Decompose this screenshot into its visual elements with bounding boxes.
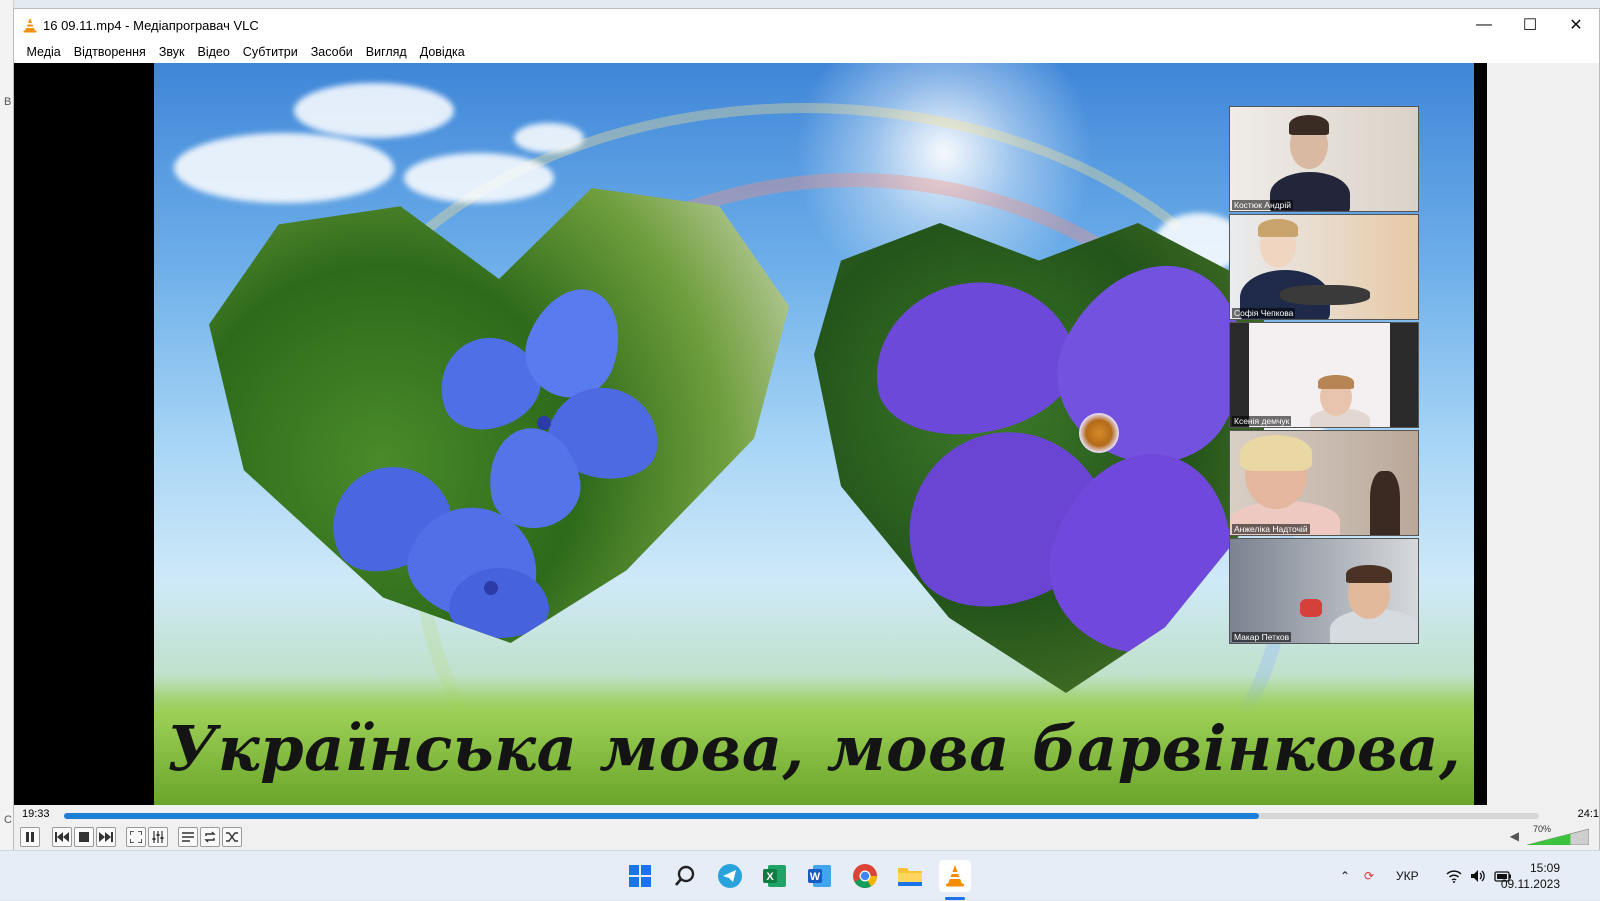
seek-bar-fill — [64, 813, 1259, 819]
word-icon[interactable]: W — [804, 860, 836, 892]
close-button[interactable]: ✕ — [1553, 9, 1599, 41]
svg-text:X: X — [766, 871, 774, 883]
participant-tile[interactable]: Софія Чепкова — [1229, 214, 1419, 320]
menu-subtitles[interactable]: Субтитри — [236, 45, 304, 59]
loop-icon — [204, 831, 216, 843]
menu-help[interactable]: Довідка — [413, 45, 471, 59]
vlc-window: 16 09.11.mp4 - Медіапрогравач VLC — ☐ ✕ … — [13, 8, 1600, 851]
minimize-button[interactable]: — — [1461, 9, 1507, 41]
next-button[interactable] — [96, 827, 116, 847]
search-icon[interactable] — [669, 860, 701, 892]
participant-name: Анжеліка Надточій — [1232, 524, 1310, 534]
background-window-letter: C — [4, 814, 12, 826]
vlc-cone-icon — [23, 18, 37, 33]
participant-tile[interactable]: Ксенія демчук — [1229, 322, 1419, 428]
participant-name: Костюк Андрій — [1232, 200, 1293, 210]
previous-button[interactable] — [52, 827, 72, 847]
system-clock[interactable]: 15:09 09.11.2023 — [1501, 860, 1560, 892]
background-window[interactable]: B C — [0, 0, 14, 850]
menu-view[interactable]: Вигляд — [359, 45, 413, 59]
desktop: B C 16 09.11.mp4 - Медіапрогравач VLC — … — [0, 0, 1600, 900]
excel-icon[interactable]: X — [759, 860, 791, 892]
stop-icon — [79, 832, 89, 842]
flower-center — [484, 581, 498, 595]
file-explorer-icon[interactable] — [894, 860, 926, 892]
speaker-icon[interactable]: ◀ — [1510, 829, 1519, 843]
pause-icon — [26, 832, 34, 842]
participant-tile[interactable]: Анжеліка Надточій — [1229, 430, 1419, 536]
start-icon[interactable] — [624, 860, 656, 892]
clock-time: 15:09 — [1529, 861, 1560, 875]
participant-gallery: Костюк Андрій Софія Чепкова Ксенія демчу… — [1229, 106, 1419, 646]
video-caption: Українська мова, мова барвінкова, — [166, 712, 1462, 785]
fullscreen-button[interactable] — [126, 827, 146, 847]
previous-icon — [55, 832, 69, 842]
svg-text:W: W — [810, 871, 821, 883]
stop-button[interactable] — [74, 827, 94, 847]
fullscreen-icon — [130, 831, 142, 843]
playlist-icon — [182, 832, 194, 842]
total-time: 24:1 — [1577, 808, 1599, 820]
language-indicator[interactable]: УКР — [1396, 851, 1419, 901]
menu-playback[interactable]: Відтворення — [67, 45, 152, 59]
pause-button[interactable] — [20, 827, 40, 847]
cloud — [294, 83, 454, 138]
participant-tile[interactable]: Макар Петков — [1229, 538, 1419, 644]
shuffle-button[interactable] — [222, 827, 242, 847]
participant-name: Ксенія демчук — [1232, 416, 1292, 426]
cloud — [174, 133, 394, 203]
participant-tile[interactable]: Костюк Андрій — [1229, 106, 1419, 212]
next-icon — [99, 832, 113, 842]
seek-bar[interactable] — [64, 813, 1539, 819]
window-title: 16 09.11.mp4 - Медіапрогравач VLC — [43, 18, 259, 33]
menu-video[interactable]: Відео — [191, 45, 236, 59]
participant-name: Макар Петков — [1232, 632, 1292, 642]
clock-date: 09.11.2023 — [1500, 877, 1560, 891]
sync-icon[interactable]: ⟳ — [1364, 851, 1374, 901]
flower-center — [1079, 413, 1119, 453]
show-hidden-icons[interactable]: ⌃ — [1340, 851, 1350, 901]
shuffle-icon — [226, 832, 238, 842]
vlc-icon[interactable] — [939, 860, 971, 892]
participant-name: Софія Чепкова — [1232, 308, 1296, 318]
flower-center — [537, 416, 551, 430]
cloud — [514, 123, 584, 153]
current-time: 19:33 — [22, 808, 50, 820]
title-bar[interactable]: 16 09.11.mp4 - Медіапрогравач VLC — ☐ ✕ — [14, 9, 1599, 41]
playback-controls: 19:33 24:1 ◀ 70% — [14, 805, 1599, 851]
maximize-button[interactable]: ☐ — [1507, 9, 1553, 41]
playlist-button[interactable] — [178, 827, 198, 847]
menu-audio[interactable]: Звук — [152, 45, 191, 59]
background-window-letter: B — [4, 96, 12, 108]
menu-tools[interactable]: Засоби — [304, 45, 359, 59]
menu-bar: Медіа Відтворення Звук Відео Субтитри За… — [14, 41, 1599, 63]
telegram-icon[interactable] — [714, 860, 746, 892]
video-area[interactable]: Українська мова, мова барвінкова, Костюк… — [14, 63, 1487, 805]
volume-slider[interactable] — [1527, 827, 1589, 845]
wifi-icon[interactable] — [1446, 851, 1462, 901]
extended-settings-button[interactable] — [148, 827, 168, 847]
chrome-icon[interactable] — [849, 860, 881, 892]
volume-icon[interactable] — [1470, 851, 1486, 901]
equalizer-icon — [152, 831, 164, 843]
taskbar: X W ⌃ ⟳ УКР 15:09 09.11.2023 — [0, 850, 1600, 900]
loop-button[interactable] — [200, 827, 220, 847]
menu-media[interactable]: Медіа — [20, 45, 67, 59]
cloud — [404, 153, 554, 203]
